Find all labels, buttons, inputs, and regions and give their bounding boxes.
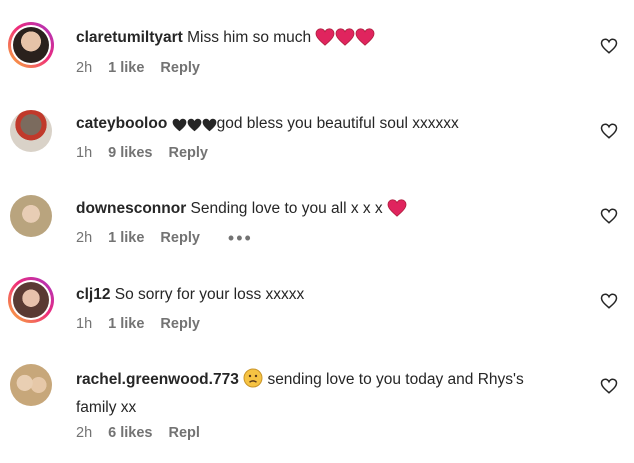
sad-face-emoji — [243, 368, 263, 396]
comment-meta: 1h 9 likes Reply — [76, 145, 208, 161]
avatar[interactable] — [8, 193, 54, 239]
avatar-image — [13, 27, 49, 63]
comment-body: clj12 So sorry for your loss xxxxx — [76, 283, 556, 307]
comment-body: rachel.greenwood.773 sending love to you… — [76, 368, 546, 420]
reply-button[interactable]: Reply — [160, 60, 200, 76]
avatar — [11, 25, 51, 65]
black-heart-emoji — [187, 116, 202, 140]
reply-button[interactable]: Reply — [160, 316, 200, 332]
avatar-image — [13, 282, 49, 318]
comment-time: 1h — [76, 145, 93, 161]
avatar-image — [10, 195, 52, 237]
comment-text: So sorry for your loss xxxxx — [114, 286, 305, 303]
comment-username[interactable]: downesconnor — [76, 200, 186, 217]
comment-body: cateybooloo god bless you beautiful soul… — [76, 112, 556, 140]
avatar[interactable] — [8, 108, 54, 154]
red-heart-emoji — [335, 28, 355, 54]
avatar-story-ring[interactable] — [8, 277, 54, 323]
avatar-story-ring[interactable] — [8, 22, 54, 68]
comment-text: Sending love to you all x x x — [190, 200, 383, 217]
comment-text: Miss him so much — [187, 29, 312, 46]
comment-likes[interactable]: 1 like — [108, 60, 144, 76]
comment-meta: 1h 1 like Reply — [76, 316, 200, 332]
comment-text: god bless you beautiful soul xxxxxx — [216, 115, 459, 132]
avatar[interactable] — [8, 362, 54, 408]
reply-button[interactable]: Reply — [168, 145, 208, 161]
reply-button[interactable]: Reply — [160, 230, 200, 246]
like-heart-icon[interactable] — [600, 122, 618, 140]
like-heart-icon[interactable] — [600, 207, 618, 225]
reply-button[interactable]: Repl — [168, 425, 199, 441]
avatar-image — [10, 110, 52, 152]
comment-username[interactable]: clj12 — [76, 286, 110, 303]
avatar — [11, 280, 51, 320]
comment-time: 2h — [76, 230, 93, 246]
comment-username[interactable]: rachel.greenwood.773 — [76, 371, 239, 388]
like-heart-icon[interactable] — [600, 377, 618, 395]
comment-time: 2h — [76, 425, 93, 441]
comment-body: claretumiltyart Miss him so much — [76, 26, 556, 54]
comment-body: downesconnor Sending love to you all x x… — [76, 197, 556, 225]
comment-meta: 2h 6 likes Repl — [76, 425, 200, 441]
comment-meta: 2h 1 like Reply ••• — [76, 229, 253, 247]
comment-likes[interactable]: 1 like — [108, 230, 144, 246]
black-heart-emoji — [172, 116, 187, 140]
comment-username[interactable]: claretumiltyart — [76, 29, 183, 46]
comment-time: 1h — [76, 316, 93, 332]
comment-meta: 2h 1 like Reply — [76, 60, 200, 76]
comment-likes[interactable]: 6 likes — [108, 425, 152, 441]
red-heart-emoji — [315, 28, 335, 54]
comment-likes[interactable]: 1 like — [108, 316, 144, 332]
like-heart-icon[interactable] — [600, 37, 618, 55]
comment-username[interactable]: cateybooloo — [76, 115, 167, 132]
red-heart-emoji — [355, 28, 375, 54]
black-heart-emoji — [202, 116, 217, 140]
red-heart-emoji — [387, 199, 407, 225]
more-options-icon[interactable]: ••• — [228, 229, 253, 247]
like-heart-icon[interactable] — [600, 292, 618, 310]
comment-time: 2h — [76, 60, 93, 76]
comment-likes[interactable]: 9 likes — [108, 145, 152, 161]
avatar-image — [10, 364, 52, 406]
